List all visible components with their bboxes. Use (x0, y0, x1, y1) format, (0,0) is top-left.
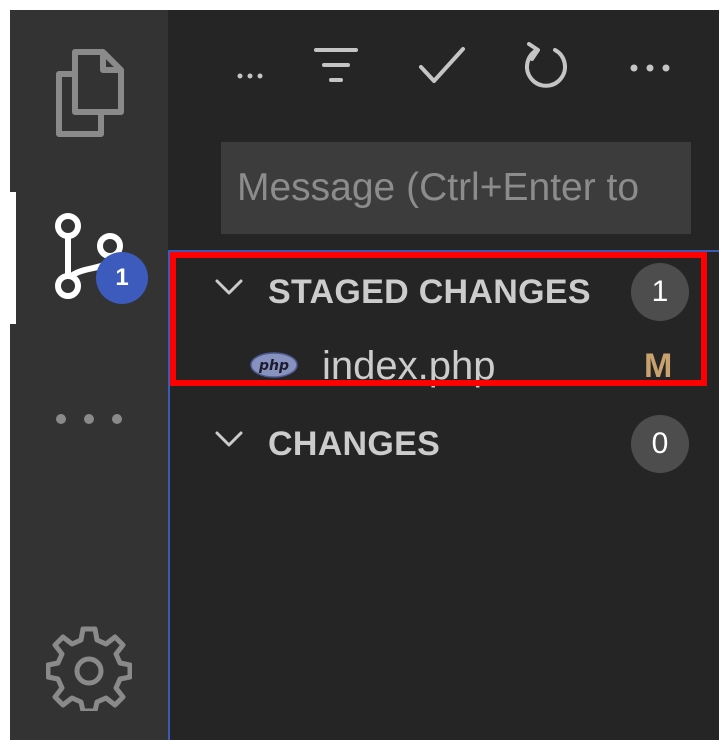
refresh-button[interactable] (516, 32, 576, 102)
more-actions-button[interactable] (620, 32, 680, 102)
staged-changes-title: STAGED CHANGES (268, 272, 591, 311)
files-icon (53, 48, 125, 142)
views-overflow-button[interactable] (230, 32, 270, 102)
svg-text:php: php (258, 358, 289, 374)
more-icon (54, 411, 124, 430)
vscode-window: 1 Message (Ctrl+Enter to STAGED CHANGES … (10, 10, 719, 740)
file-name: index.php (322, 343, 496, 388)
scm-toolbar (168, 32, 719, 102)
filter-icon (314, 46, 358, 88)
chevron-down-icon (214, 428, 244, 454)
more-actions-icon (630, 58, 670, 77)
views-overflow-icon (237, 49, 263, 85)
activity-explorer[interactable] (10, 40, 168, 150)
changes-title: CHANGES (268, 424, 441, 463)
commit-button[interactable] (412, 32, 472, 102)
chevron-down-icon (214, 276, 244, 302)
commit-check-icon (418, 45, 466, 89)
staged-changes-count: 1 (631, 263, 689, 321)
activity-bar: 1 (10, 10, 168, 740)
scm-badge: 1 (96, 252, 148, 304)
php-file-icon: php (250, 352, 298, 382)
active-indicator (10, 192, 16, 324)
scm-tree: STAGED CHANGES 1 php index.php M CHANGES… (168, 250, 719, 740)
settings-gear-icon (45, 625, 133, 715)
source-control-panel: STAGED CHANGES 1 php index.php M (168, 10, 719, 740)
refresh-icon (523, 42, 569, 92)
file-status-modified: M (644, 346, 673, 385)
commit-message-input[interactable] (221, 142, 691, 234)
staged-file-row[interactable]: php index.php M (170, 330, 719, 402)
changes-header[interactable]: CHANGES 0 (170, 408, 719, 480)
filter-button[interactable] (306, 32, 366, 102)
changes-count: 0 (631, 415, 689, 473)
staged-changes-header[interactable]: STAGED CHANGES 1 (170, 256, 719, 328)
activity-source-control[interactable]: 1 (10, 192, 168, 324)
activity-more[interactable] (10, 380, 168, 460)
activity-settings[interactable] (10, 620, 168, 720)
